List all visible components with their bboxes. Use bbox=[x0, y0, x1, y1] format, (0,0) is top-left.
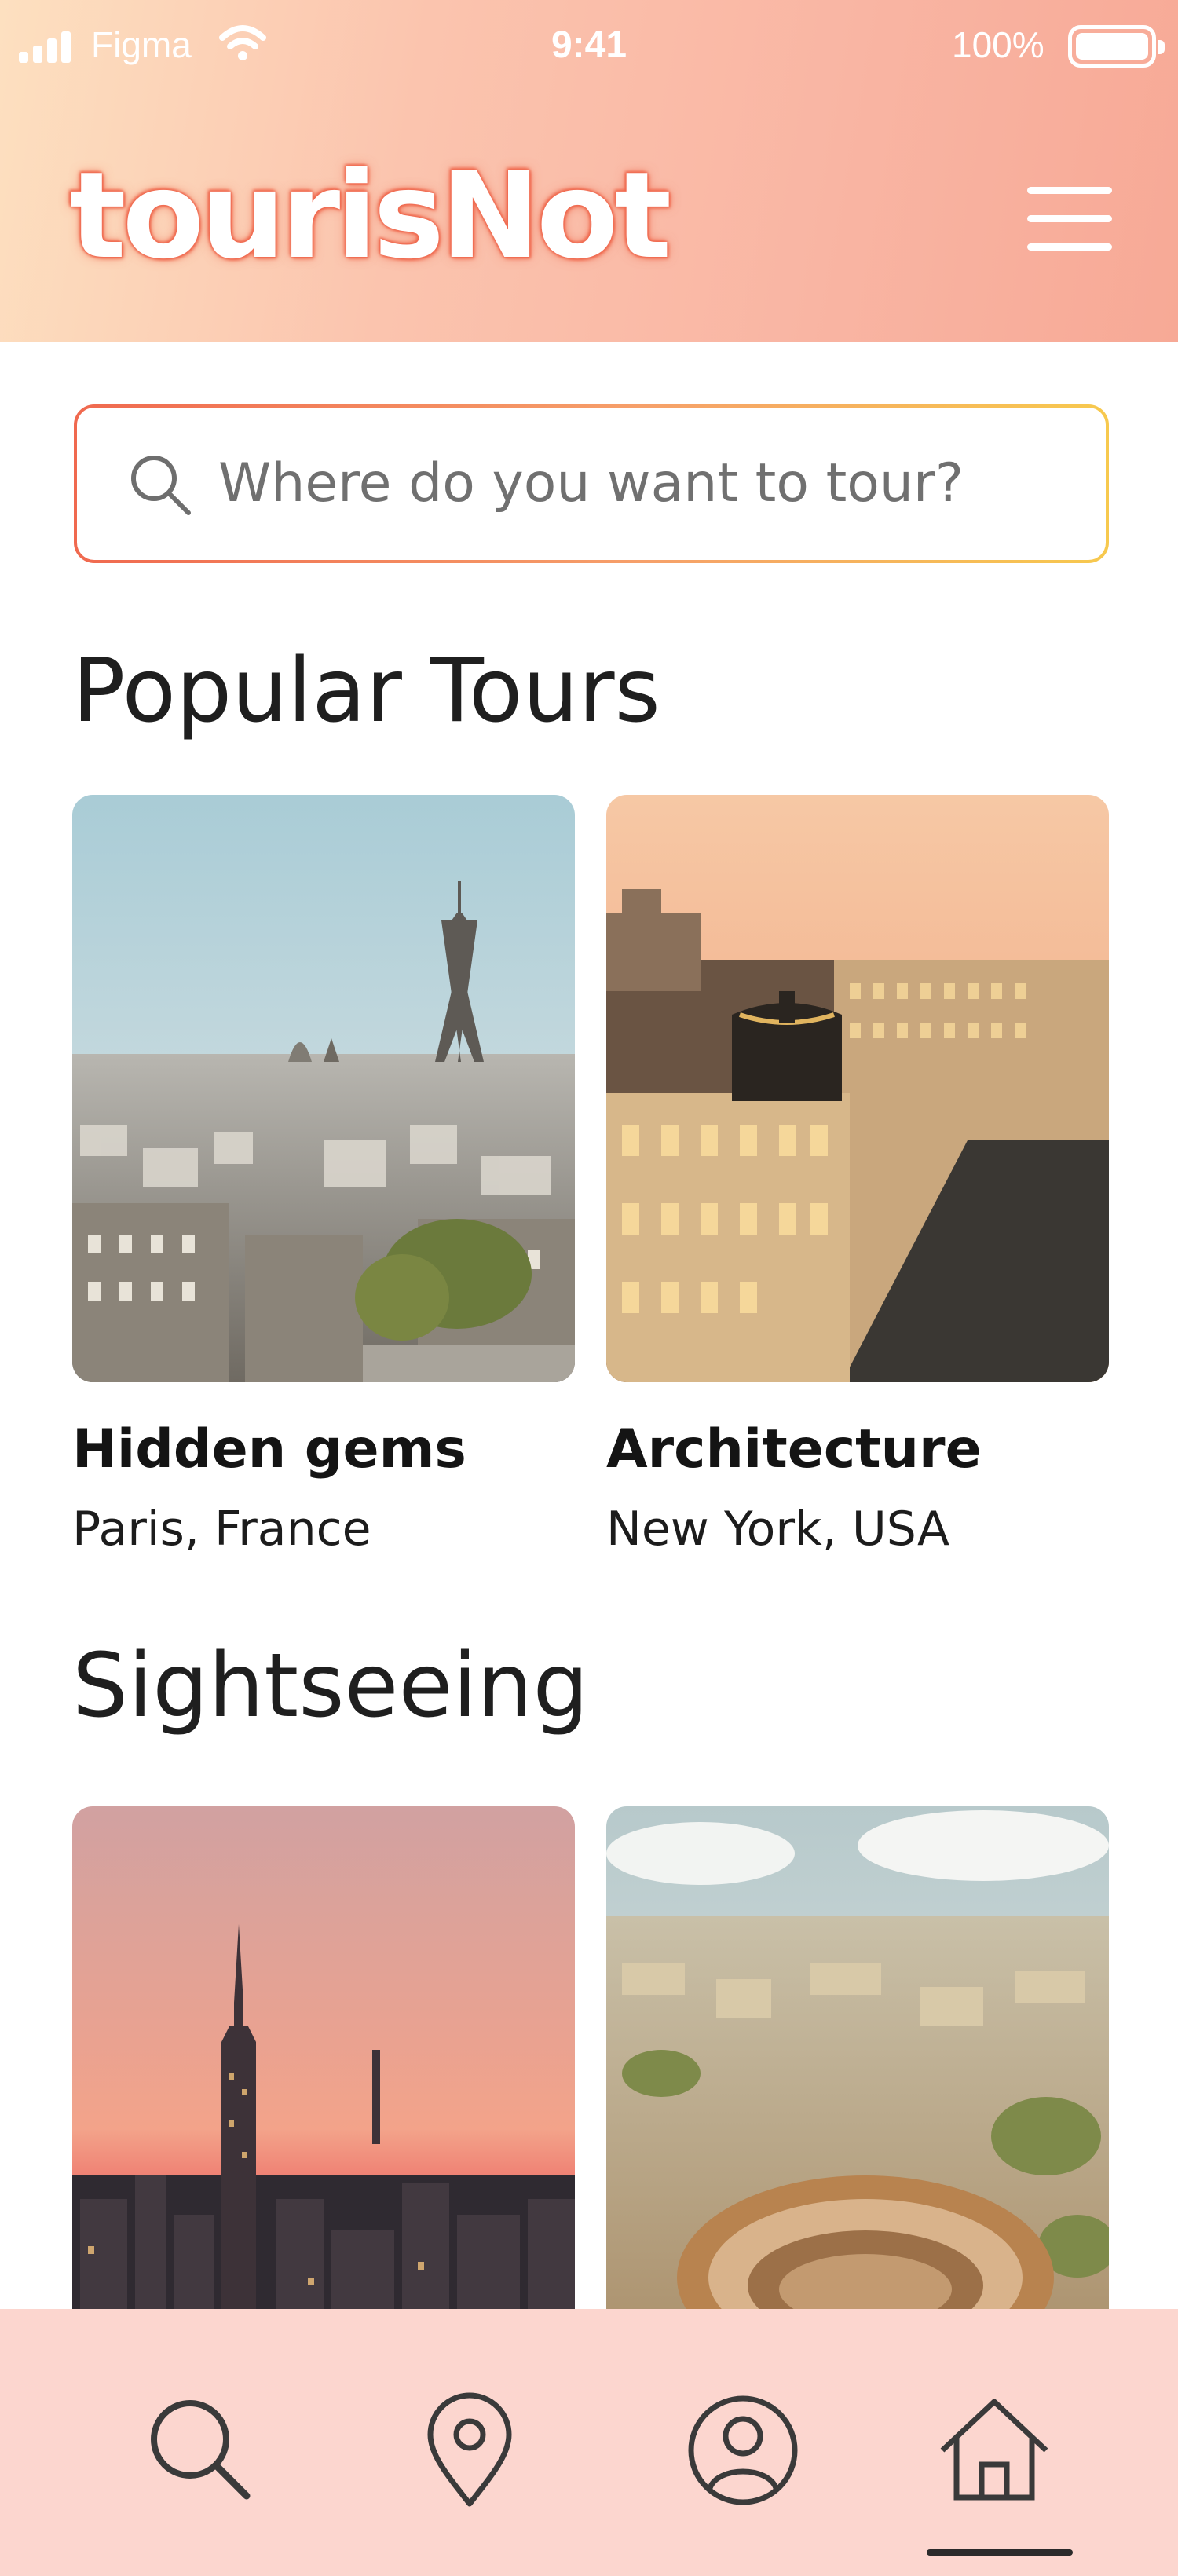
tour-card-architecture[interactable]: Architecture New York, USA bbox=[606, 795, 1109, 1580]
nav-profile-button[interactable] bbox=[680, 2388, 806, 2513]
city-sunset-photo bbox=[72, 1806, 575, 2394]
section-title-sightseeing: Sightseeing bbox=[72, 1635, 589, 1737]
bottom-navigation bbox=[0, 2309, 1178, 2576]
search-icon bbox=[151, 2400, 251, 2500]
colosseum-aerial-photo bbox=[606, 1806, 1109, 2394]
battery-icon bbox=[1068, 25, 1165, 68]
nav-search-button[interactable] bbox=[138, 2388, 264, 2513]
status-bar: Figma 9:41 100% bbox=[0, 0, 1178, 94]
architecture-city-photo bbox=[606, 795, 1109, 1382]
search-icon bbox=[131, 456, 191, 515]
sightseeing-card-colosseum[interactable] bbox=[606, 1806, 1109, 2394]
app-header: Figma 9:41 100% tourisNot bbox=[0, 0, 1178, 342]
hamburger-menu-button[interactable] bbox=[1021, 184, 1114, 254]
card-location: New York, USA bbox=[606, 1502, 950, 1557]
section-title-popular-tours: Popular Tours bbox=[72, 640, 660, 742]
sightseeing-card-skyline[interactable] bbox=[72, 1806, 575, 2394]
profile-icon bbox=[688, 2395, 798, 2505]
card-title: Hidden gems bbox=[72, 1418, 466, 1480]
search-input[interactable]: Where do you want to tour? bbox=[74, 404, 1109, 563]
app-screen: Figma 9:41 100% tourisNot Where do you w… bbox=[0, 0, 1178, 2576]
nav-home-button[interactable] bbox=[931, 2388, 1057, 2513]
search-placeholder: Where do you want to tour? bbox=[218, 452, 964, 514]
nav-location-button[interactable] bbox=[407, 2388, 532, 2513]
home-icon bbox=[940, 2399, 1048, 2501]
tour-card-hidden-gems[interactable]: Hidden gems Paris, France bbox=[72, 795, 575, 1580]
app-logo: tourisNot bbox=[69, 146, 671, 285]
location-pin-icon bbox=[427, 2392, 512, 2507]
card-location: Paris, France bbox=[72, 1502, 371, 1557]
battery-percentage: 100% bbox=[952, 24, 1044, 65]
paris-skyline-photo bbox=[72, 795, 575, 1382]
active-tab-indicator bbox=[927, 2549, 1073, 2556]
card-title: Architecture bbox=[606, 1418, 982, 1480]
hamburger-menu-icon bbox=[1027, 187, 1112, 194]
